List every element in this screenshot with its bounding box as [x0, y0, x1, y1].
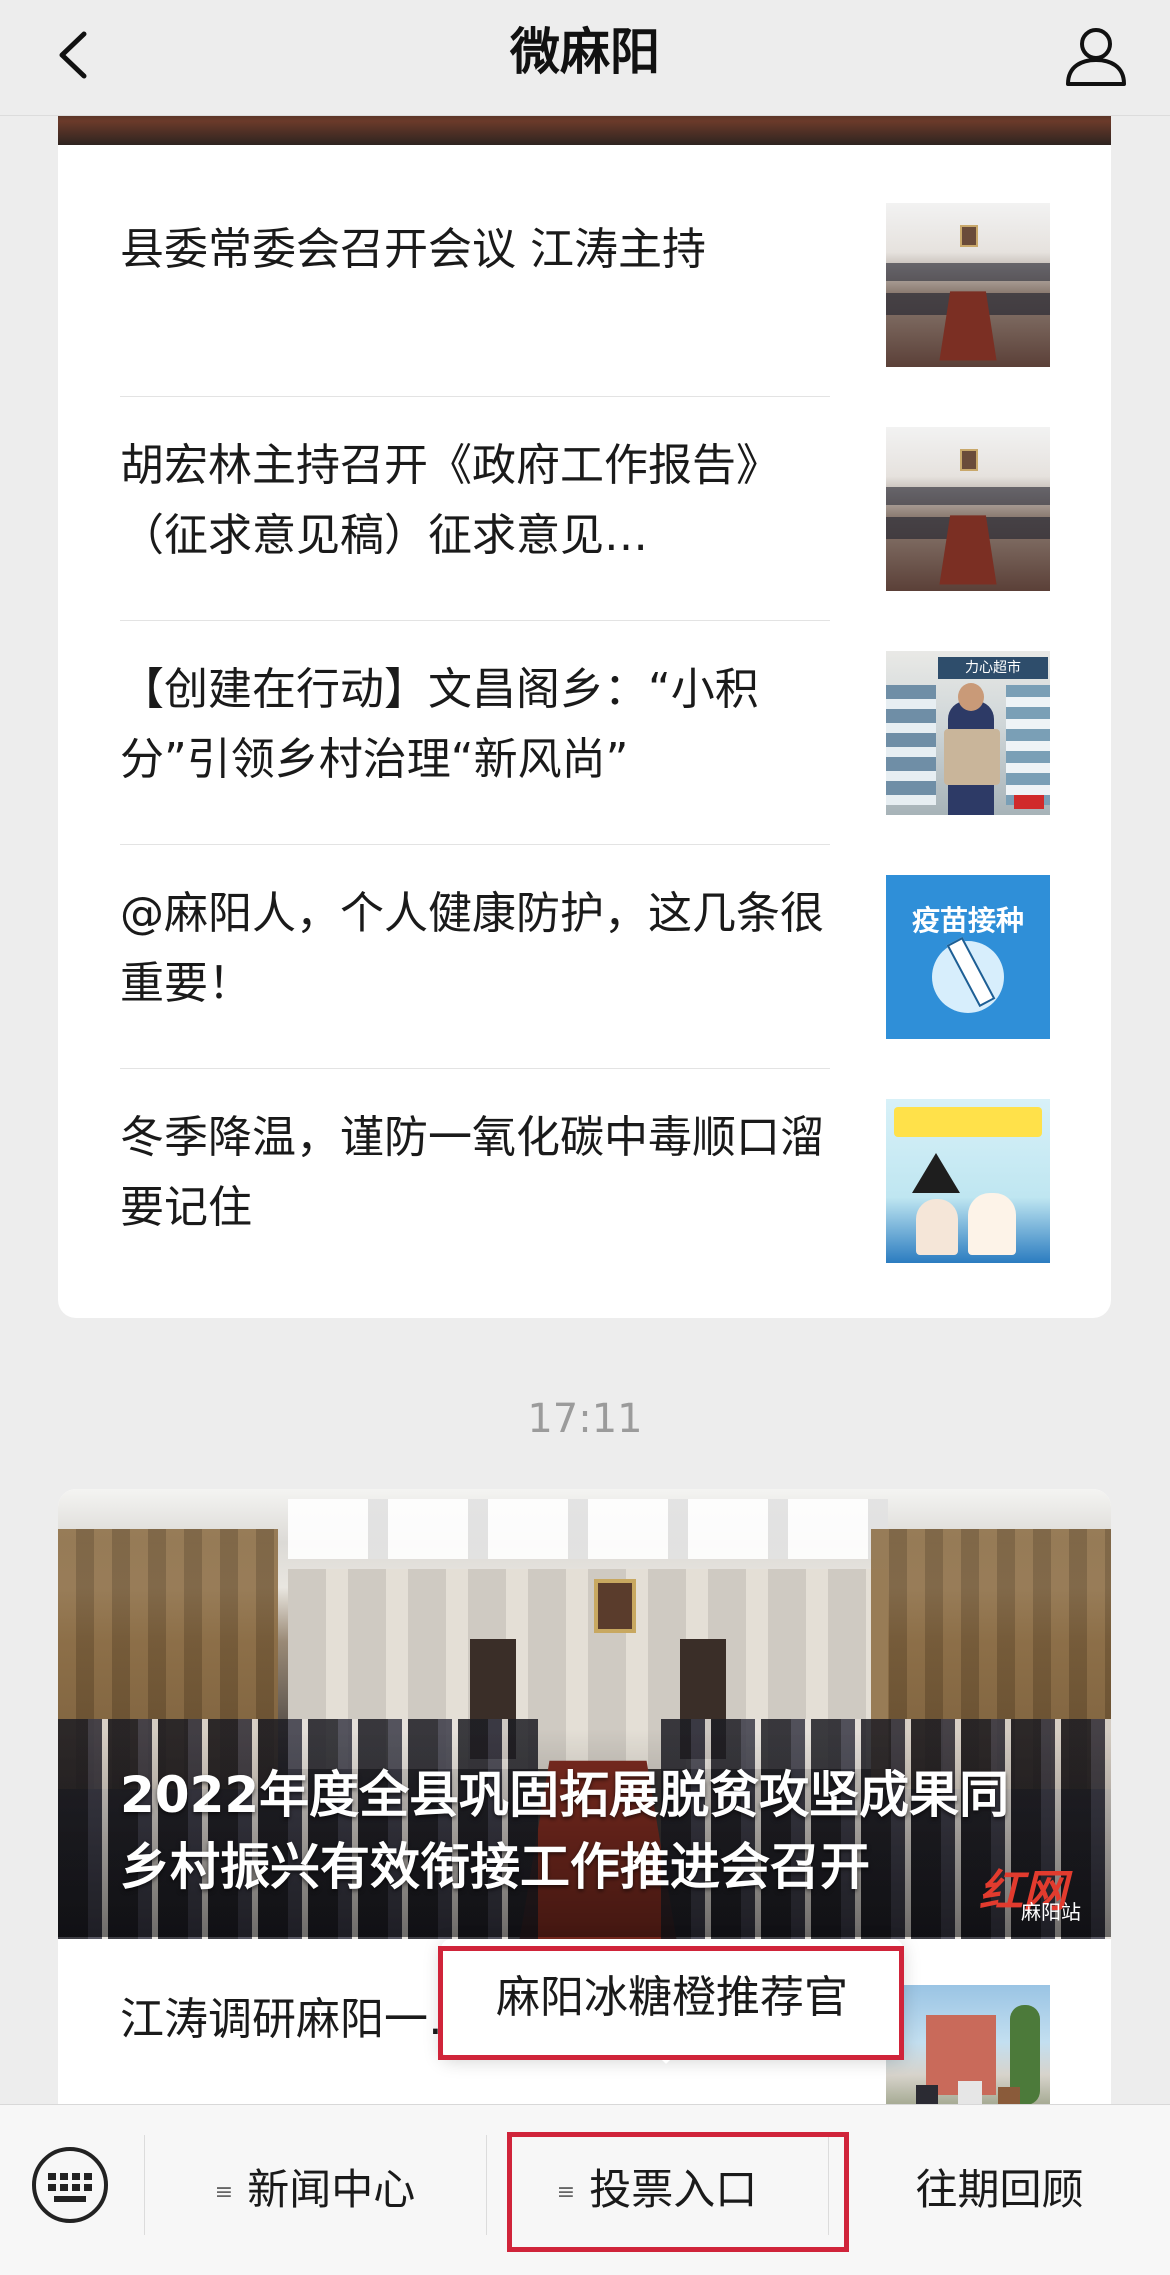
previous-cover-image-edge	[58, 115, 1111, 145]
featured-cover-image[interactable]: 2022年度全县巩固拓展脱贫攻坚成果同乡村振兴有效衔接工作推进会召开 红网 麻阳…	[58, 1489, 1111, 1940]
article-item[interactable]: @麻阳人，个人健康防护，这几条很重要！ 疫苗接种	[120, 845, 1050, 1069]
article-title: @麻阳人，个人健康防护，这几条很重要！	[120, 888, 824, 1009]
keyboard-toggle-button[interactable]	[30, 2145, 110, 2225]
article-title: 【创建在行动】文昌阁乡：“小积分”引领乡村治理“新风尚”	[120, 664, 759, 785]
page-title: 微麻阳	[510, 23, 660, 81]
article-thumbnail	[886, 1985, 1050, 2109]
submenu-icon: ≡	[214, 2179, 234, 2205]
menu-label: 往期回顾	[915, 2165, 1084, 2214]
article-title: 冬季降温，谨防一氧化碳中毒顺口溜要记住	[120, 1112, 824, 1233]
top-nav-bar: 微麻阳	[0, 0, 1170, 116]
article-thumbnail	[886, 203, 1050, 367]
user-icon	[1066, 28, 1126, 86]
popup-arrow	[652, 2050, 680, 2064]
keyboard-icon	[32, 2147, 108, 2223]
warning-icon	[912, 1153, 960, 1193]
submenu-item-orange-recommender[interactable]: 麻阳冰糖橙推荐官	[441, 1939, 903, 2057]
menu-past-review[interactable]: 往期回顾	[829, 2105, 1170, 2275]
article-item[interactable]: 【创建在行动】文昌阁乡：“小积分”引领乡村治理“新风尚” 力心超市	[120, 621, 1050, 845]
bottom-menu-bar: ≡ 新闻中心 ≡ 投票入口 往期回顾	[0, 2104, 1170, 2275]
article-item[interactable]: 县委常委会召开会议 江涛主持	[120, 173, 1050, 397]
menu-label: 新闻中心	[247, 2165, 416, 2214]
article-list-card: 县委常委会召开会议 江涛主持 胡宏林主持召开《政府工作报告》（征求意见稿）征求意…	[58, 115, 1111, 1318]
article-thumbnail	[886, 427, 1050, 591]
submenu-popup: 麻阳冰糖橙推荐官	[441, 1939, 903, 2057]
article-thumbnail: 疫苗接种	[886, 875, 1050, 1039]
watermark-sub: 麻阳站	[1021, 1900, 1081, 1924]
menu-vote-entry[interactable]: ≡ 投票入口	[487, 2105, 827, 2275]
thumbnail-text: 疫苗接种	[911, 904, 1024, 937]
article-title: 县委常委会召开会议 江涛主持	[120, 224, 706, 275]
article-item[interactable]: 冬季降温，谨防一氧化碳中毒顺口溜要记住	[120, 1069, 1050, 1293]
menu-label: 投票入口	[589, 2165, 758, 2214]
watermark-logo: 红网 麻阳站	[947, 1855, 1087, 1925]
featured-title: 2022年度全县巩固拓展脱贫攻坚成果同乡村振兴有效衔接工作推进会召开	[120, 1766, 1010, 1896]
profile-button[interactable]	[1058, 18, 1134, 94]
article-thumbnail: 力心超市	[886, 651, 1050, 815]
message-timestamp: 17:11	[527, 1396, 643, 1442]
menu-news-center[interactable]: ≡ 新闻中心	[145, 2105, 485, 2275]
article-thumbnail	[886, 1099, 1050, 1263]
thumbnail-sign: 力心超市	[938, 657, 1048, 679]
submenu-icon: ≡	[556, 2179, 576, 2205]
article-title: 胡宏林主持召开《政府工作报告》（征求意见稿）征求意见…	[120, 440, 780, 561]
article-item[interactable]: 胡宏林主持召开《政府工作报告》（征求意见稿）征求意见…	[120, 397, 1050, 621]
